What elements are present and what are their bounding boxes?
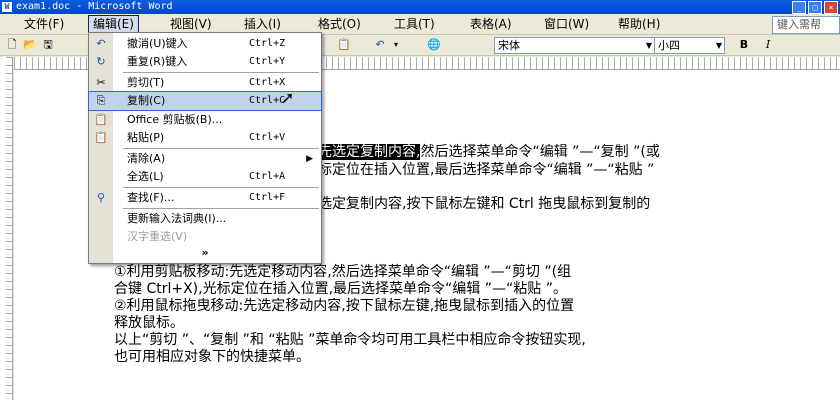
font-name-value: 宋体: [498, 39, 520, 52]
menu-item-office-clipboard[interactable]: 📋 Office 剪贴板(B)...: [89, 111, 321, 129]
menu-item-shortcut: Ctrl+C: [249, 95, 286, 106]
menu-item-label: 清除(A): [127, 152, 166, 165]
menu-format[interactable]: 格式(O): [314, 16, 365, 32]
undo-toolbar-icon[interactable]: ↶: [372, 37, 388, 53]
doc-line-9: 也可用相应对象下的快捷菜单。: [114, 349, 310, 365]
minimize-icon[interactable]: _: [792, 1, 806, 14]
italic-button[interactable]: I: [760, 37, 776, 53]
doc-line-6: ②利用鼠标拖曳移动:先选定移动内容,按下鼠标左键,拖曳鼠标到插入的位置: [114, 298, 575, 314]
menu-separator: [123, 148, 319, 149]
font-size-value: 小四: [658, 39, 680, 52]
menu-item-label: 剪切(T): [127, 76, 165, 89]
title-bar: W exam1.doc - Microsoft Word _ □ ×: [0, 0, 840, 14]
font-name-select[interactable]: 宋体 ▼: [494, 37, 655, 54]
menu-item-shortcut: Ctrl+X: [249, 77, 286, 88]
edit-menu-dropdown: ↶ 撤消(U)键入 Ctrl+Z ↻ 重复(R)键入 Ctrl+Y ✂ 剪切(T…: [88, 32, 322, 264]
help-search-input[interactable]: 键入需帮: [772, 16, 840, 34]
menu-edit[interactable]: 编辑(E): [88, 15, 139, 33]
doc-line-3: 选定复制内容,按下鼠标左键和 Ctrl 拖曳鼠标到复制的: [318, 196, 651, 212]
doc-line-8: 以上“剪切 ”、“复制 ”和 “粘贴 ”菜单命令均可用工具栏中相应命令按钮实现,: [114, 332, 586, 348]
redo-icon: ↻: [96, 55, 106, 68]
paste-toolbar-icon[interactable]: 📋: [336, 37, 352, 53]
doc-line-1-rest: 然后选择菜单命令“编辑 ”—“复制 ”(或: [420, 144, 660, 160]
menu-help[interactable]: 帮助(H): [614, 16, 664, 32]
selected-text[interactable]: 先选定复制内容,: [318, 144, 421, 160]
open-folder-icon[interactable]: 📂: [22, 37, 38, 53]
menu-item-label: 复制(C): [127, 94, 166, 107]
close-icon[interactable]: ×: [824, 1, 838, 14]
menu-file[interactable]: 文件(F): [20, 16, 68, 32]
menu-separator: [123, 72, 319, 73]
new-document-icon[interactable]: 🗋: [4, 37, 20, 53]
chevron-down-icon: ▼: [715, 41, 722, 50]
doc-line-1: 先选定复制内容,然后选择菜单命令“编辑 ”—“复制 ”(或: [318, 144, 660, 160]
menu-item-label: 查找(F)...: [127, 191, 175, 204]
window-controls: _ □ ×: [790, 1, 838, 15]
menu-table[interactable]: 表格(A): [466, 16, 516, 32]
menu-item-select-all[interactable]: 全选(L) Ctrl+A: [89, 168, 321, 186]
bold-button[interactable]: B: [736, 37, 752, 53]
menu-separator: [123, 187, 319, 188]
menu-window[interactable]: 窗口(W): [540, 16, 593, 32]
paste-icon: 📋: [94, 131, 108, 144]
doc-line-7: 释放鼠标。: [114, 315, 184, 331]
menu-item-label: 全选(L): [127, 170, 164, 183]
menu-item-label: 粘贴(P): [127, 131, 165, 144]
menu-tools[interactable]: 工具(T): [390, 16, 439, 32]
binoculars-icon: ⚲: [96, 191, 106, 204]
doc-line-2: 标定位在插入位置,最后选择菜单命令“编辑 ”—“粘贴 ”: [318, 162, 655, 178]
menu-item-update-ime-dictionary[interactable]: 更新输入法词典(I)...: [89, 210, 321, 228]
window-title: exam1.doc - Microsoft Word: [16, 1, 173, 12]
menu-view[interactable]: 视图(V): [166, 16, 216, 32]
menu-item-undo[interactable]: ↶ 撤消(U)键入 Ctrl+Z: [89, 35, 321, 53]
copy-icon: ⎘: [96, 94, 106, 107]
menu-item-shortcut: Ctrl+A: [249, 171, 286, 182]
mouse-pointer-icon: ➚: [281, 88, 295, 107]
menu-item-shortcut: Ctrl+Y: [249, 56, 286, 67]
menu-item-find[interactable]: ⚲ 查找(F)... Ctrl+F: [89, 189, 321, 207]
doc-line-4: ①利用剪贴板移动:先选定移动内容,然后选择菜单命令“编辑 ”—“剪切 ”(组: [114, 264, 572, 280]
menu-item-label: Office 剪贴板(B)...: [127, 113, 223, 126]
menu-separator: [123, 208, 319, 209]
menu-item-clear[interactable]: 清除(A) ▶: [89, 150, 321, 168]
menu-item-paste[interactable]: 📋 粘贴(P) Ctrl+V: [89, 129, 321, 147]
menu-item-label: 更新输入法词典(I)...: [127, 212, 227, 225]
undo-dropdown-icon[interactable]: ▾: [388, 37, 404, 53]
menu-insert[interactable]: 插入(I): [240, 16, 285, 32]
submenu-arrow-icon: ▶: [306, 154, 313, 164]
undo-icon: ↶: [96, 37, 106, 50]
font-size-select[interactable]: 小四 ▼: [654, 37, 725, 54]
doc-line-5: 合键 Ctrl+X),光标定位在插入位置,最后选择菜单命令“编辑 ”—“粘贴 ”…: [114, 281, 567, 297]
hyperlink-globe-icon[interactable]: 🌐: [426, 37, 442, 53]
menu-item-label: 重复(R)键入: [127, 55, 188, 68]
menu-item-shortcut: Ctrl+F: [249, 192, 286, 203]
save-icon[interactable]: 🖫: [40, 37, 56, 53]
menu-item-redo[interactable]: ↻ 重复(R)键入 Ctrl+Y: [89, 53, 321, 71]
chevron-down-icon: ▼: [645, 41, 652, 50]
menu-item-shortcut: Ctrl+Z: [249, 38, 286, 49]
vertical-ruler[interactable]: [0, 57, 13, 400]
scissors-icon: ✂: [96, 76, 106, 89]
maximize-icon[interactable]: □: [808, 1, 822, 14]
clipboard-icon: 📋: [94, 113, 108, 126]
menu-expand-chevron-icon[interactable]: »: [89, 244, 321, 262]
menu-item-label: 撤消(U)键入: [127, 37, 188, 50]
vertical-ruler-ticks: [6, 57, 12, 400]
menu-item-shortcut: Ctrl+V: [249, 132, 286, 143]
word-doc-icon: W: [2, 2, 12, 12]
